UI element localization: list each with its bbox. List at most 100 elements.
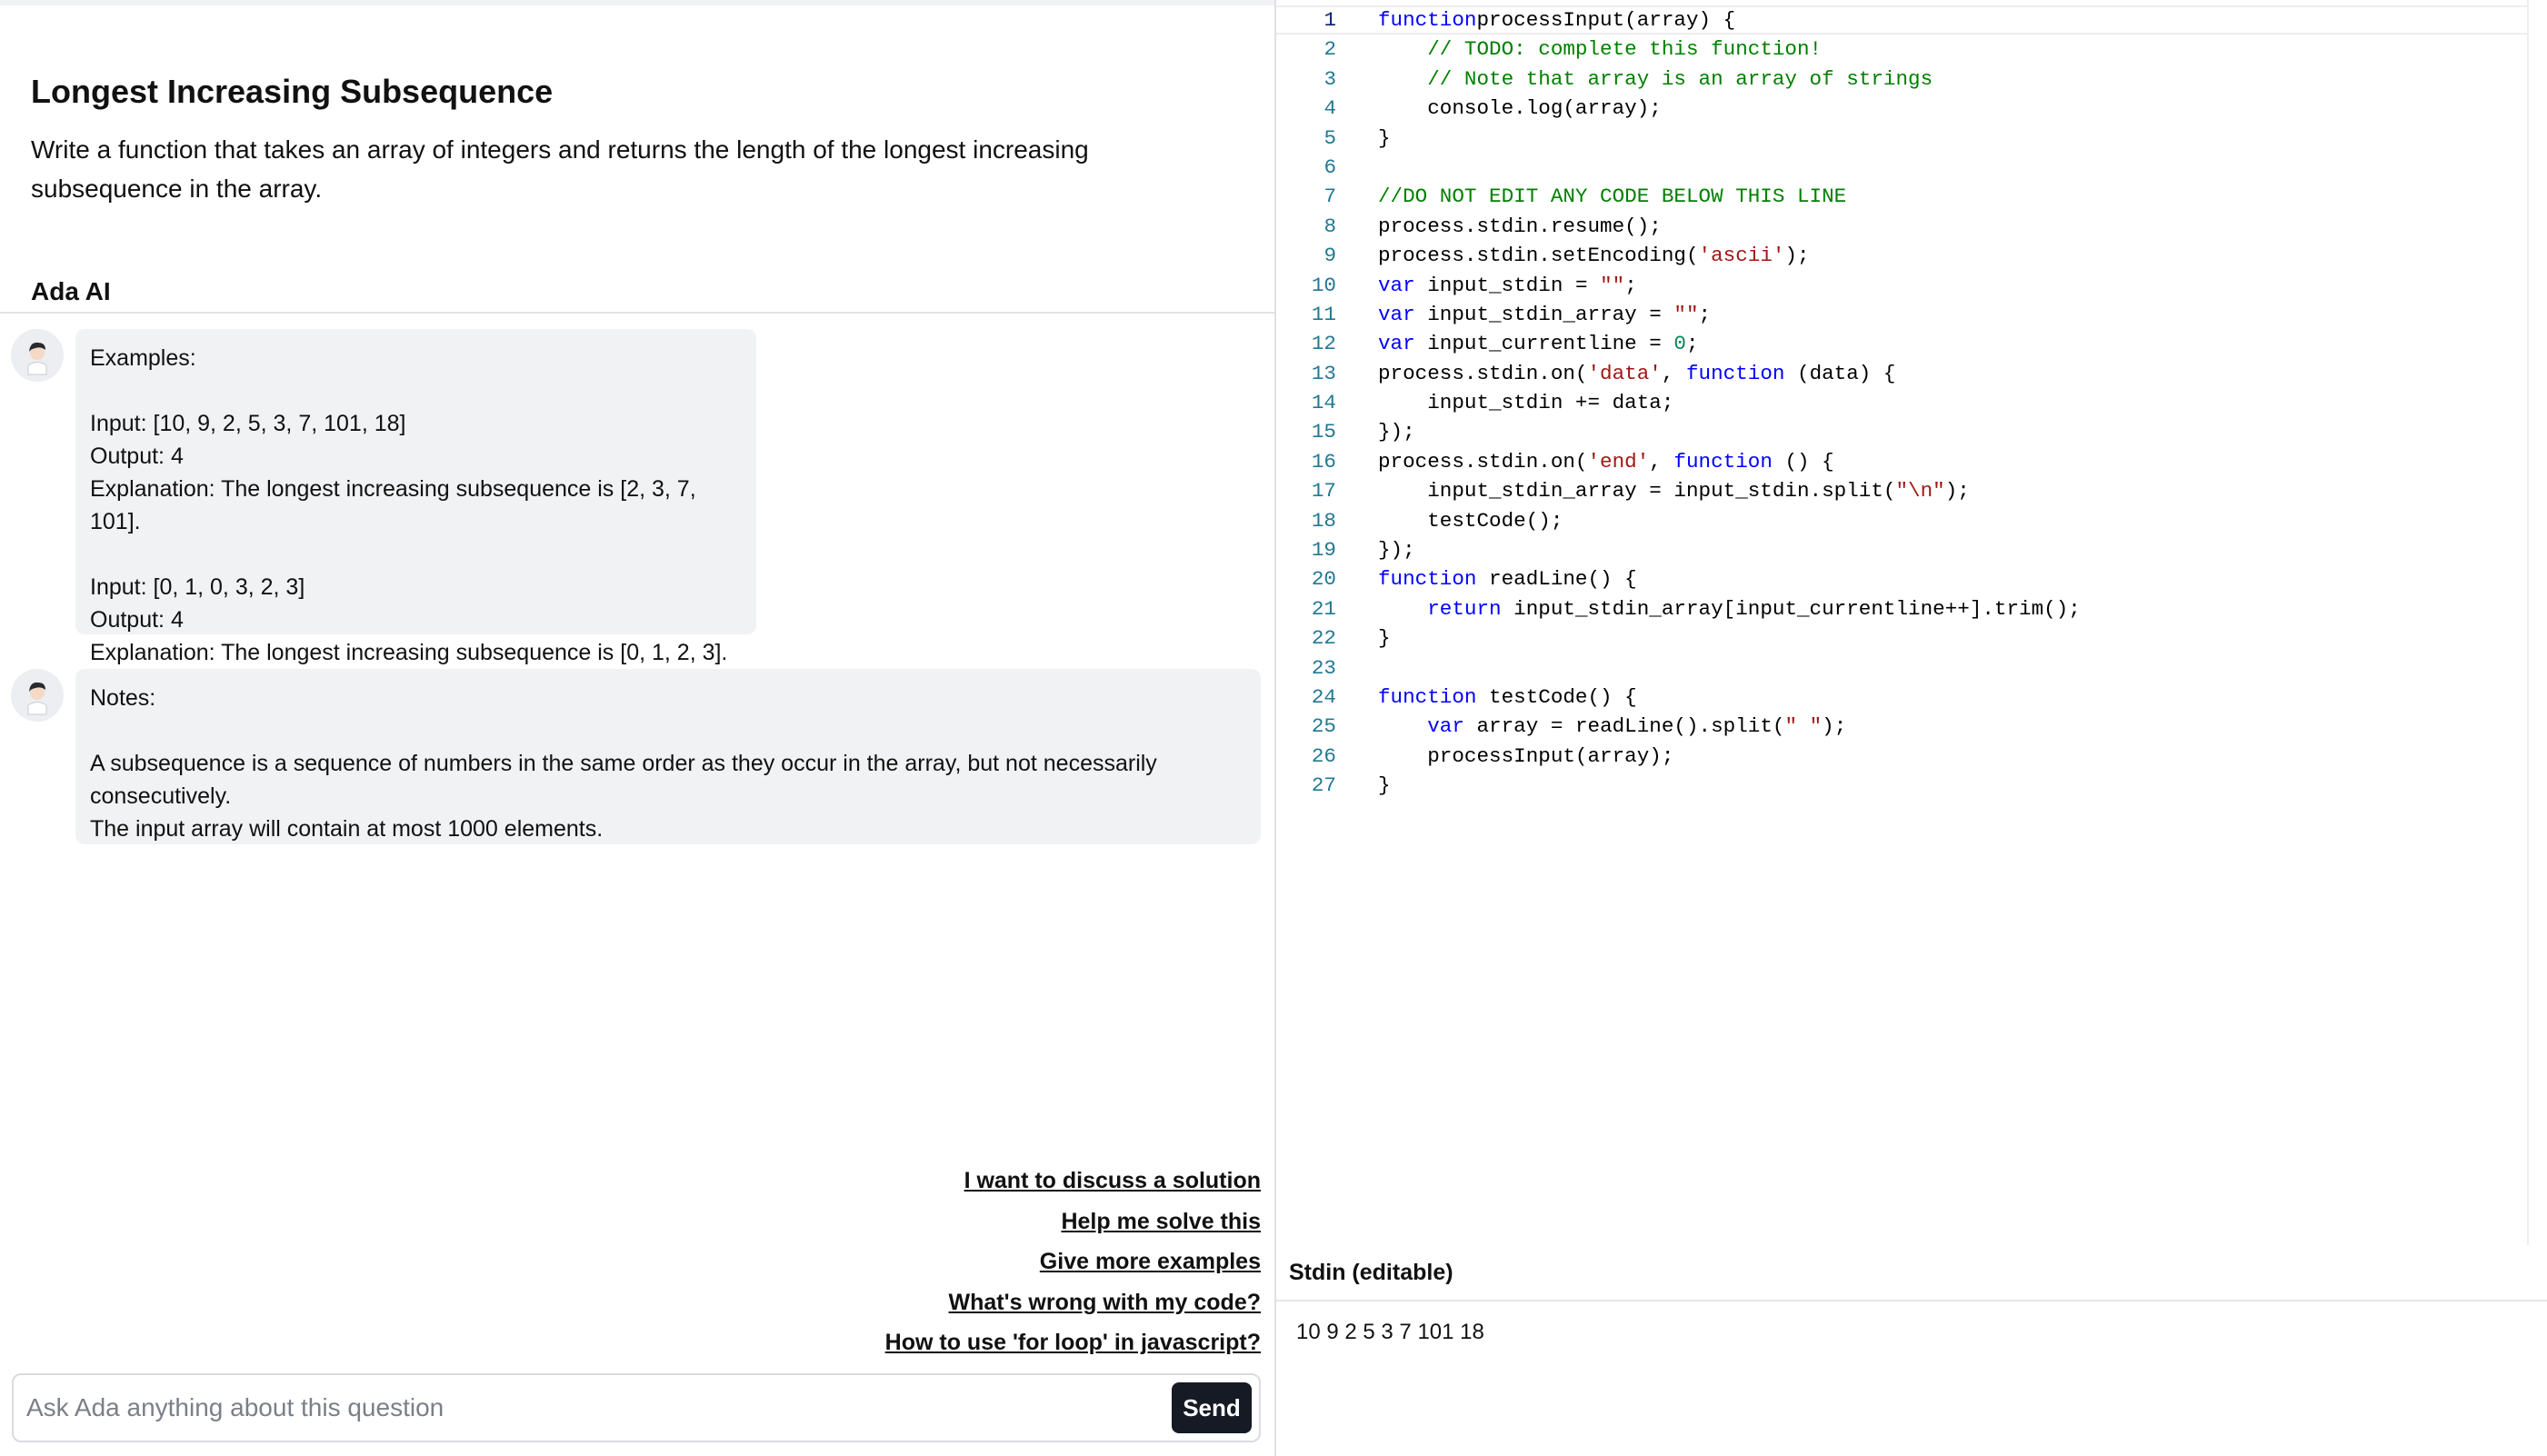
line-number: 1	[1323, 8, 1336, 32]
token-text: ;	[1685, 332, 1699, 356]
token-kw: var	[1378, 273, 1415, 297]
token-text: input_stdin_array[input_currentline++].t…	[1501, 596, 2081, 621]
line-code[interactable]: process.stdin.setEncoding('ascii');	[1378, 241, 1810, 270]
line-code[interactable]: var input_currentline = 0;	[1378, 329, 1699, 358]
token-str: 'ascii'	[1698, 244, 1785, 268]
token-text: ;	[1624, 273, 1637, 297]
token-text: process.stdin.on(	[1378, 449, 1588, 474]
line-number: 19	[1311, 538, 1336, 563]
line-number: 15	[1311, 420, 1336, 444]
editor-scrollbar[interactable]	[2527, 0, 2529, 1245]
token-text: ,	[1661, 361, 1686, 385]
chat-message-notes: Notes: A subsequence is a sequence of num…	[75, 669, 1261, 844]
token-text: );	[1822, 714, 1847, 739]
suggestion-for-loop[interactable]: How to use 'for loop' in javascript?	[624, 1322, 1261, 1363]
line-code[interactable]: }	[1378, 771, 1391, 800]
token-text: input_stdin =	[1414, 273, 1601, 297]
question-chat-pane: Longest Increasing Subsequence Write a f…	[0, 0, 1274, 1456]
line-number: 24	[1311, 684, 1336, 709]
token-text: input_stdin_array = input_stdin.split(	[1378, 479, 1896, 504]
suggestion-discuss-solution[interactable]: I want to discuss a solution	[624, 1161, 1261, 1202]
token-kw: return	[1427, 596, 1502, 621]
token-text: testCode() {	[1476, 684, 1637, 709]
line-number: 2	[1323, 37, 1336, 62]
line-code[interactable]: return input_stdin_array[input_currentli…	[1378, 594, 2081, 623]
line-code[interactable]: //DO NOT EDIT ANY CODE BELOW THIS LINE	[1378, 182, 1846, 211]
line-code[interactable]: });	[1378, 417, 1415, 446]
token-text: () {	[1772, 449, 1834, 474]
message-line: Notes:	[90, 685, 156, 711]
line-code[interactable]: var array = readLine().split(" ");	[1378, 712, 1846, 741]
token-text: ;	[1698, 302, 1712, 326]
token-kw: function	[1673, 449, 1773, 474]
token-text: processInput(array);	[1378, 743, 1674, 768]
token-text: });	[1378, 420, 1415, 444]
suggestion-help-solve[interactable]: Help me solve this	[624, 1202, 1261, 1242]
message-line: Explanation: The longest increasing subs…	[90, 640, 728, 665]
suggestion-whats-wrong[interactable]: What's wrong with my code?	[624, 1282, 1261, 1323]
line-code[interactable]: process.stdin.resume();	[1378, 212, 1662, 241]
send-button[interactable]: Send	[1172, 1382, 1252, 1433]
token-text: );	[1784, 244, 1810, 268]
line-code[interactable]: console.log(array);	[1378, 94, 1662, 123]
line-code[interactable]: });	[1378, 535, 1415, 564]
line-number: 11	[1311, 302, 1336, 326]
line-code[interactable]: var input_stdin = "";	[1378, 271, 1637, 300]
ada-avatar-icon	[11, 329, 64, 382]
message-line	[90, 374, 742, 407]
line-code[interactable]: process.stdin.on('data', function (data)…	[1378, 359, 1895, 388]
line-number: 6	[1323, 155, 1336, 179]
question-title: Longest Increasing Subsequence	[31, 73, 554, 110]
line-code[interactable]: process.stdin.on('end', function () {	[1378, 447, 1834, 476]
line-number: 27	[1311, 773, 1336, 798]
line-code[interactable]: // TODO: complete this function!	[1378, 35, 1822, 64]
token-text: ,	[1649, 449, 1674, 474]
message-line: Explanation: The longest increasing subs…	[90, 476, 703, 534]
line-code[interactable]: }	[1378, 124, 1391, 153]
line-number: 14	[1311, 391, 1336, 415]
line-code[interactable]: function testCode() {	[1378, 683, 1637, 712]
chat-header: Ada AI	[31, 277, 111, 305]
token-text: }	[1378, 773, 1391, 798]
suggestion-list: I want to discuss a solution Help me sol…	[624, 1161, 1261, 1363]
stdin-input[interactable]: 10 9 2 5 3 7 101 18	[1276, 1301, 2547, 1456]
line-code[interactable]: input_stdin += data;	[1378, 388, 1673, 417]
chat-input[interactable]	[26, 1384, 1154, 1431]
line-number: 17	[1311, 479, 1336, 504]
token-text: console.log(array);	[1378, 96, 1662, 121]
token-text: readLine() {	[1476, 567, 1637, 592]
token-text: }	[1378, 125, 1391, 150]
token-str: "\n"	[1895, 479, 1945, 504]
message-line: Input: [10, 9, 2, 5, 3, 7, 101, 18]	[90, 411, 406, 436]
token-num: 0	[1673, 332, 1686, 356]
token-text: input_stdin_array =	[1414, 302, 1674, 326]
token-kw: var	[1378, 332, 1415, 356]
chat-message-examples: Examples: Input: [10, 9, 2, 5, 3, 7, 101,…	[75, 329, 756, 665]
line-code[interactable]: function readLine() {	[1378, 564, 1637, 593]
message-line: Output: 4	[90, 444, 184, 469]
message-line: Output: 4	[90, 607, 184, 633]
line-code[interactable]: // Note that array is an array of string…	[1378, 65, 1933, 94]
suggestion-more-examples[interactable]: Give more examples	[624, 1242, 1261, 1282]
line-code[interactable]: functionprocessInput(array) {	[1378, 5, 1735, 35]
line-code[interactable]: var input_stdin_array = "";	[1378, 300, 1711, 329]
line-code[interactable]: input_stdin_array = input_stdin.split("\…	[1378, 476, 1970, 505]
chat-divider	[0, 312, 1274, 314]
token-text: process.stdin.setEncoding(	[1378, 244, 1699, 268]
line-code[interactable]: processInput(array);	[1378, 742, 1673, 771]
token-text: (data) {	[1784, 361, 1896, 385]
line-number: 8	[1323, 214, 1336, 238]
line-code[interactable]: testCode();	[1378, 506, 1563, 535]
line-code[interactable]: }	[1378, 623, 1391, 653]
ada-avatar-icon	[11, 669, 64, 722]
token-str: 'data'	[1587, 361, 1662, 385]
stdin-label: Stdin (editable)	[1289, 1260, 1453, 1285]
message-line: consecutively.	[90, 783, 232, 809]
line-number: 13	[1311, 361, 1336, 385]
top-strip	[0, 0, 1274, 5]
line-number: 16	[1311, 449, 1336, 474]
line-number: 9	[1323, 244, 1336, 268]
